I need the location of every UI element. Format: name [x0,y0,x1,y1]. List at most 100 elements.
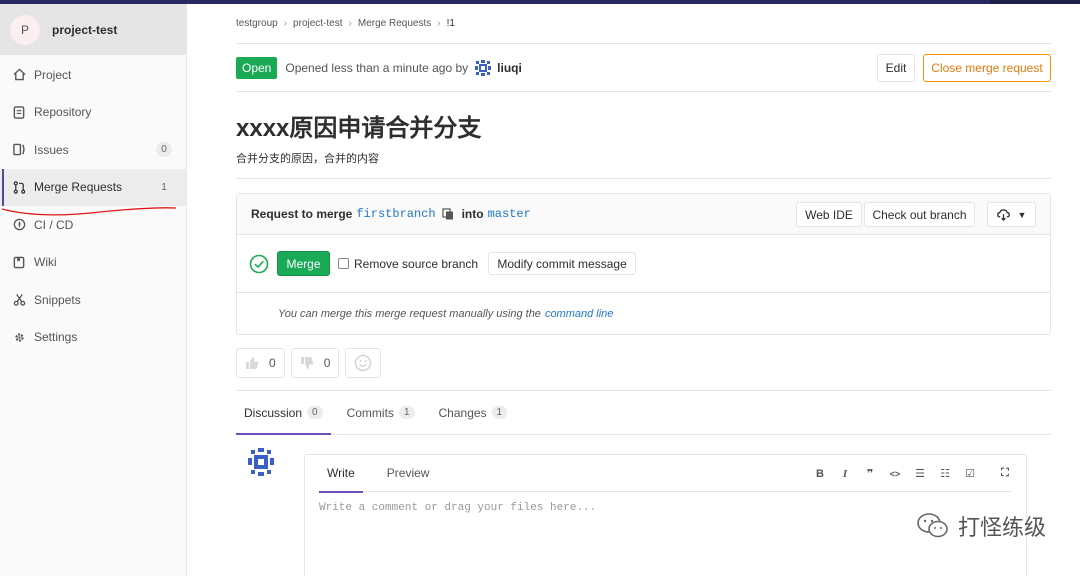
scissors-icon [12,293,26,307]
sidebar-item-project[interactable]: Project [0,56,186,94]
tab-count-badge: 1 [398,406,415,419]
markdown-toolbar: B I ❞ <> ☰ ☷ ☑ ⛶ [813,455,1012,492]
issues-count-badge: 0 [156,142,172,157]
merge-button[interactable]: Merge [277,251,330,276]
main-content: testgroup › project-test › Merge Request… [236,4,1051,435]
cloud-download-icon [996,208,1010,221]
task-list-icon[interactable]: ☑ [963,467,977,480]
chevron-down-icon: ▼ [1017,209,1027,220]
merge-request-icon [12,180,26,194]
tab-discussion[interactable]: Discussion 0 [236,391,331,435]
sidebar-item-label: Snippets [34,292,81,307]
sidebar-item-label: Issues [34,142,69,157]
mr-description: 合并分支的原因，合并的内容 [236,150,1051,179]
sidebar-item-issues[interactable]: Issues 0 [0,131,186,169]
mr-status-row: Open Opened less than a minute ago by li… [236,44,1051,92]
sidebar-item-label: Settings [34,330,78,345]
status-badge: Open [236,56,278,79]
tab-count-badge: 1 [491,406,508,419]
breadcrumb: testgroup › project-test › Merge Request… [236,4,1051,44]
author-name[interactable]: liuqi [497,61,522,75]
breadcrumb-separator: › [348,18,352,29]
quote-icon[interactable]: ❞ [863,467,877,480]
tab-label: Changes [438,405,487,420]
breadcrumb-item-current[interactable]: !1 [447,18,455,29]
thumbs-up-count: 0 [269,356,276,370]
thumbs-down-button[interactable]: 0 [290,348,340,378]
sidebar-item-label: Merge Requests [34,180,123,195]
editor-tabs: Write Preview B I ❞ <> ☰ ☷ ☑ ⛶ [319,455,1012,493]
wechat-icon [917,513,948,538]
sidebar-nav: Project Repository Issues 0 Merge Reques… [0,56,186,356]
edit-button[interactable]: Edit [877,54,915,82]
numbered-list-icon[interactable]: ☷ [938,467,952,480]
preview-tab[interactable]: Preview [379,455,438,492]
source-branch[interactable]: firstbranch [356,207,435,221]
wechat-watermark: 打怪练级 [916,510,1046,542]
tab-count-badge: 0 [307,406,323,419]
web-ide-button[interactable]: Web IDE [796,202,862,227]
fullscreen-icon[interactable]: ⛶ [998,467,1012,480]
breadcrumb-item-merge-requests[interactable]: Merge Requests [358,18,431,29]
copy-icon[interactable] [441,208,454,220]
write-tab[interactable]: Write [319,455,363,493]
project-sidebar: P project-test Project Repository Issues… [0,4,187,576]
page-title: xxxx原因申请合并分支 [236,115,482,142]
bullet-list-icon[interactable]: ☰ [913,467,927,480]
breadcrumb-separator: › [283,18,288,29]
project-name: project-test [52,22,118,37]
sidebar-item-merge-requests[interactable]: Merge Requests 1 [0,168,186,206]
italic-icon[interactable]: I [838,468,852,480]
add-reaction-button[interactable] [345,348,382,378]
tab-label: Discussion [244,405,303,420]
thumbs-down-count: 0 [323,356,331,370]
remove-source-branch-checkbox[interactable] [338,258,349,269]
code-icon[interactable]: <> [888,469,902,479]
comment-textarea[interactable]: Write a comment or drag your files here.… [319,502,1012,514]
remove-source-branch-label[interactable]: Remove source branch [354,257,478,271]
sidebar-item-ci-cd[interactable]: CI / CD [0,206,186,244]
merge-widget: Request to merge firstbranch into master… [236,193,1051,335]
thumbs-down-icon [300,357,313,369]
bold-icon[interactable]: B [813,468,827,480]
thumbs-up-icon [246,357,259,369]
breadcrumb-item-project[interactable]: project-test [293,18,342,29]
project-avatar: P [10,14,40,45]
command-line-link[interactable]: command line [545,308,613,320]
merge-requests-count-badge: 1 [156,179,172,195]
opened-text: Opened less than a minute ago by [285,60,469,75]
modify-commit-message-button[interactable]: Modify commit message [488,252,637,275]
issues-icon [12,143,26,157]
opened-info: Opened less than a minute ago by liuqi [285,58,522,77]
into-label: into [461,207,484,221]
sidebar-item-label: Wiki [34,255,57,270]
check-circle-icon [249,254,269,273]
merge-widget-body: Merge Remove source branch Modify commit… [237,235,1050,293]
tab-label: Commits [346,405,394,420]
close-merge-request-button[interactable]: Close merge request [923,54,1051,82]
sidebar-item-repository[interactable]: Repository [0,94,186,132]
breadcrumb-item-group[interactable]: testgroup [236,18,278,29]
target-branch[interactable]: master [488,207,531,221]
award-emoji-bar: 0 0 [236,348,1051,378]
sidebar-item-label: Repository [34,105,92,120]
merge-widget-header: Request to merge firstbranch into master… [237,194,1050,235]
sidebar-item-snippets[interactable]: Snippets [0,281,186,319]
tab-commits[interactable]: Commits 1 [339,391,423,434]
request-to-merge-label: Request to merge [251,207,353,221]
watermark-text: 打怪练级 [957,515,1046,540]
manual-merge-text: You can merge this merge request manuall… [278,307,541,320]
breadcrumb-separator: › [437,18,441,29]
mr-tabs: Discussion 0 Commits 1 Changes 1 [236,390,1051,435]
sidebar-item-wiki[interactable]: Wiki [0,244,186,282]
download-dropdown-button[interactable]: ▼ [987,202,1036,227]
project-header[interactable]: P project-test [0,4,186,55]
sidebar-item-settings[interactable]: Settings [0,319,186,357]
sidebar-item-label: Project [34,67,72,82]
thumbs-up-button[interactable]: 0 [236,348,285,378]
author-avatar[interactable] [474,58,493,77]
sidebar-item-label: CI / CD [34,217,74,232]
home-icon [12,68,26,82]
check-out-branch-button[interactable]: Check out branch [864,202,975,227]
tab-changes[interactable]: Changes 1 [431,391,516,434]
